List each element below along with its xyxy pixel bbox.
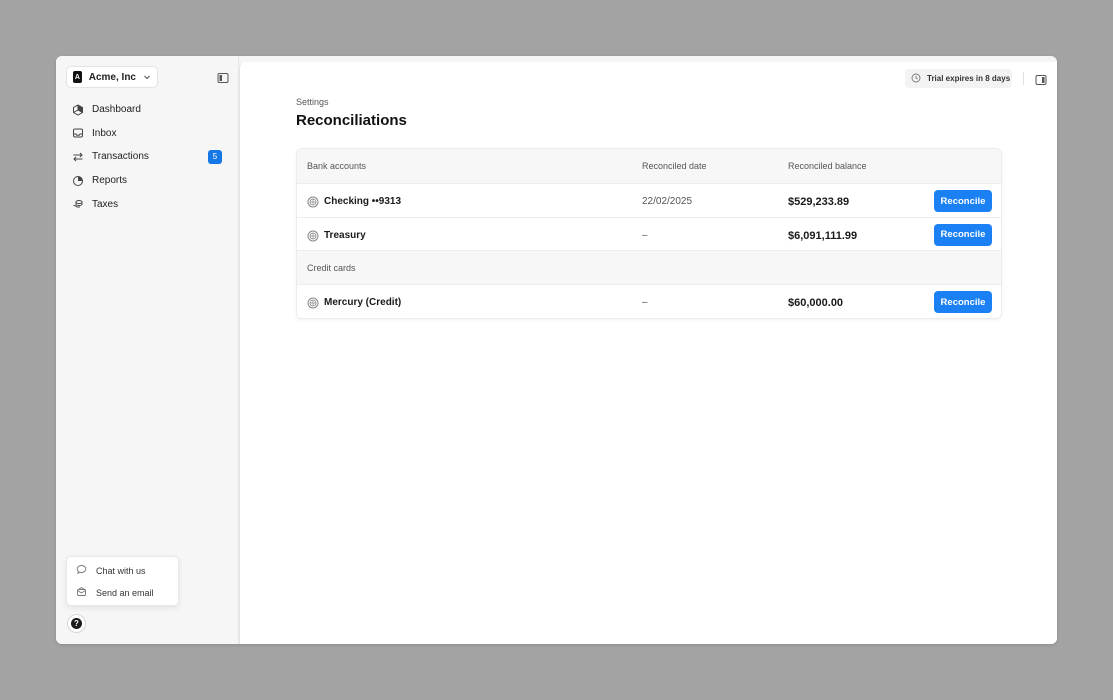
taxes-icon: [72, 198, 84, 210]
app-window: A Acme, Inc Dashboard Inbox Transactions…: [56, 56, 1057, 644]
email-icon: [76, 584, 87, 602]
sidebar-item-label: Inbox: [92, 127, 117, 139]
group-title: Credit cards: [307, 263, 356, 273]
main-content: Trial expires in 8 days Settings Reconci…: [239, 62, 1057, 644]
send-email-item[interactable]: Send an email: [67, 582, 178, 604]
sidebar-nav: Dashboard Inbox Transactions 5 Reports T…: [66, 98, 228, 216]
bank-account-icon: [307, 229, 319, 241]
table-row[interactable]: Checking ••9313 22/02/2025 $529,233.89 R…: [297, 183, 1001, 217]
reconciled-date: 22/02/2025: [642, 196, 693, 207]
reconciled-date: –: [642, 297, 648, 308]
account-name: Mercury (Credit): [324, 297, 402, 308]
table-row[interactable]: Mercury (Credit) – $60,000.00 Reconcile: [297, 284, 1001, 318]
help-icon: ?: [71, 618, 82, 629]
help-menu: Chat with us Send an email: [66, 556, 179, 606]
reports-icon: [72, 175, 84, 187]
column-header-date: Reconciled date: [642, 161, 707, 171]
reconciled-balance: $6,091,111.99: [788, 229, 858, 242]
org-switcher[interactable]: A Acme, Inc: [66, 66, 158, 88]
send-email-label: Send an email: [96, 588, 154, 598]
bank-account-icon: [307, 195, 319, 208]
group-title: Bank accounts: [307, 161, 367, 171]
trial-text: Trial expires in 8 days: [927, 74, 1011, 83]
column-header-balance: Reconciled balance: [788, 161, 867, 171]
sidebar-item-dashboard[interactable]: Dashboard: [66, 98, 228, 122]
table-group-header: Credit cards: [297, 250, 1001, 284]
chat-with-us-label: Chat with us: [96, 566, 146, 576]
inbox-icon: [72, 127, 84, 139]
sidebar-item-transactions[interactable]: Transactions 5: [66, 145, 228, 169]
sidebar-item-taxes[interactable]: Taxes: [66, 192, 228, 216]
table-group-header: Bank accounts Reconciled date Reconciled…: [297, 149, 1001, 183]
org-name: Acme, Inc: [88, 71, 136, 83]
help-button[interactable]: ?: [67, 614, 86, 633]
sidebar-item-label: Reports: [92, 175, 128, 187]
chat-icon: [76, 562, 87, 580]
sidebar-item-label: Dashboard: [92, 104, 141, 116]
sidebar-item-label: Transactions: [92, 151, 149, 163]
breadcrumb[interactable]: Settings: [296, 97, 329, 107]
reconcile-button[interactable]: Reconcile: [934, 223, 992, 246]
header-divider: [1023, 72, 1024, 85]
page-title: Reconciliations: [296, 112, 407, 129]
account-name: Treasury: [324, 229, 366, 241]
account-name: Checking ••9313: [324, 196, 402, 207]
transactions-icon: [72, 151, 84, 163]
right-panel-toggle-icon[interactable]: [1035, 73, 1047, 85]
reconciliations-table: Bank accounts Reconciled date Reconciled…: [296, 148, 1002, 319]
sidebar: A Acme, Inc Dashboard Inbox Transactions…: [56, 56, 239, 644]
bank-account-icon: [307, 296, 319, 309]
dashboard-icon: [72, 104, 84, 116]
chat-with-us-item[interactable]: Chat with us: [67, 560, 178, 582]
sidebar-toggle-icon[interactable]: [217, 71, 229, 83]
table-row[interactable]: Treasury – $6,091,111.99 Reconcile: [297, 216, 1001, 250]
org-logo: A: [73, 71, 82, 83]
reconciled-balance: $60,000.00: [788, 297, 844, 309]
sidebar-item-label: Taxes: [92, 198, 119, 210]
sidebar-item-reports[interactable]: Reports: [66, 169, 228, 193]
reconciled-balance: $529,233.89: [788, 196, 850, 208]
clock-icon: [911, 70, 921, 88]
chevron-down-icon: [143, 73, 151, 81]
sidebar-item-inbox[interactable]: Inbox: [66, 122, 228, 146]
reconcile-button[interactable]: Reconcile: [934, 190, 992, 212]
trial-status-badge[interactable]: Trial expires in 8 days: [905, 69, 1012, 88]
reconcile-button[interactable]: Reconcile: [934, 291, 992, 313]
transactions-count-badge: 5: [208, 149, 222, 164]
reconciled-date: –: [642, 229, 648, 241]
